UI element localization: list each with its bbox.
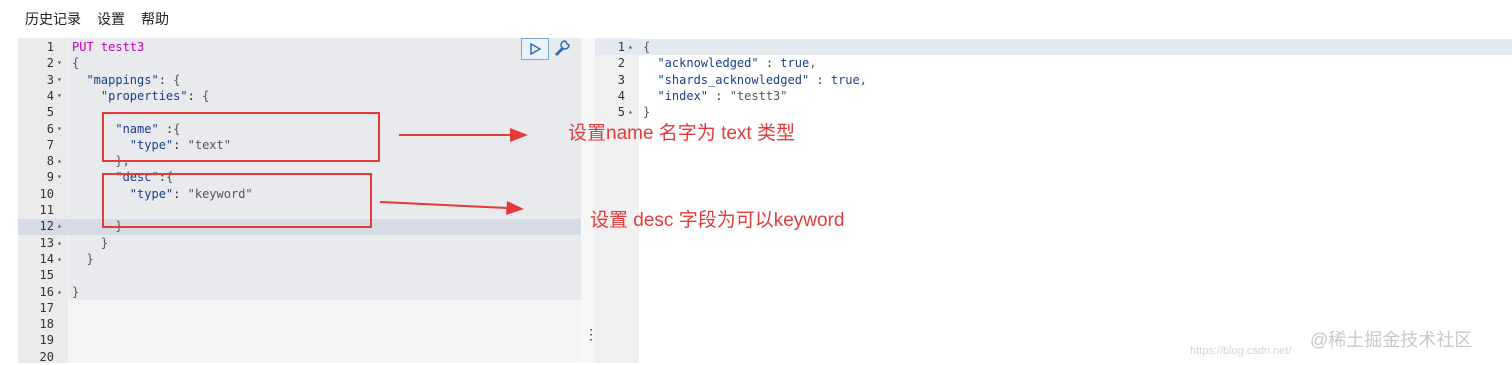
code-text: "mappings": {: [86, 72, 181, 87]
name-annotation-text: 设置name 名字为 text 类型: [568, 123, 795, 144]
line-number: 4: [46, 88, 54, 103]
response-active-line: [595, 39, 1512, 55]
code-text: }: [72, 284, 80, 299]
line-number: 5: [46, 105, 54, 120]
code-text: }: [72, 251, 94, 266]
line-number: 7: [46, 137, 54, 152]
line-number: 6: [46, 121, 54, 136]
wrench-icon[interactable]: [553, 38, 573, 58]
code-text: }: [72, 235, 109, 250]
menu-settings[interactable]: 设置: [97, 9, 125, 29]
line-number: 13: [39, 235, 54, 250]
line-number: 9: [46, 170, 54, 185]
line-number: 1: [617, 40, 625, 54]
code-text: "shards_acknowledged" : true,: [657, 72, 867, 87]
line-number: 16: [39, 284, 54, 299]
fold-toggle-icon[interactable]: ▾: [57, 121, 62, 137]
desc-annotation-text: 设置 desc 字段为可以keyword: [590, 210, 845, 231]
fold-toggle-icon[interactable]: ▴: [628, 39, 633, 55]
line-number: 17: [39, 300, 54, 315]
line-number: 3: [46, 72, 54, 87]
line-number: 2: [617, 56, 625, 71]
code-text: "index" : "testt3": [657, 88, 788, 103]
name-annotation-box: [102, 112, 380, 162]
menubar: 历史记录 设置 帮助: [0, 0, 1512, 38]
line-number: 15: [39, 268, 54, 283]
fold-toggle-icon[interactable]: ▴: [57, 153, 62, 169]
fold-toggle-icon[interactable]: ▾: [57, 72, 62, 88]
fold-toggle-icon[interactable]: ▾: [57, 169, 62, 185]
response-editor: 1 ▴ {2 "acknowledged" : true, 3 "shards_ack…: [595, 38, 1512, 363]
line-number: 18: [39, 317, 54, 332]
code-text: PUT testt3: [72, 40, 145, 54]
line-number: 10: [39, 186, 54, 201]
fold-toggle-icon[interactable]: ▴: [57, 218, 62, 234]
code-text: {: [72, 56, 80, 71]
line-number: 3: [617, 72, 625, 87]
line-number: 2: [46, 56, 54, 71]
code-text: {: [643, 40, 651, 54]
fold-toggle-icon[interactable]: ▴: [57, 284, 62, 300]
line-number: 19: [39, 333, 54, 348]
fold-toggle-icon[interactable]: ▾: [57, 88, 62, 104]
menu-help[interactable]: 帮助: [141, 9, 169, 29]
desc-annotation-box: [102, 173, 372, 228]
pane-splitter[interactable]: ⋮: [581, 38, 598, 363]
line-number: 12: [39, 219, 54, 234]
menu-history[interactable]: 历史记录: [25, 9, 81, 29]
line-number: 8: [46, 154, 54, 169]
code-text: "properties": {: [100, 88, 210, 103]
line-number: 14: [39, 251, 54, 266]
watermark: @稀土掘金技术社区: [1310, 330, 1473, 350]
line-number: 11: [39, 203, 54, 217]
line-number: 1: [46, 40, 54, 54]
fold-toggle-icon[interactable]: ▴: [57, 235, 62, 251]
play-icon[interactable]: [521, 38, 549, 60]
fold-toggle-icon[interactable]: ▾: [57, 55, 62, 71]
request-toolbar: [521, 38, 573, 60]
line-number: 4: [617, 88, 625, 103]
watermark-url: https://blog.csdn.net/: [1190, 345, 1292, 357]
code-text: "acknowledged" : true,: [657, 56, 817, 71]
fold-toggle-icon[interactable]: ▴: [57, 251, 62, 267]
